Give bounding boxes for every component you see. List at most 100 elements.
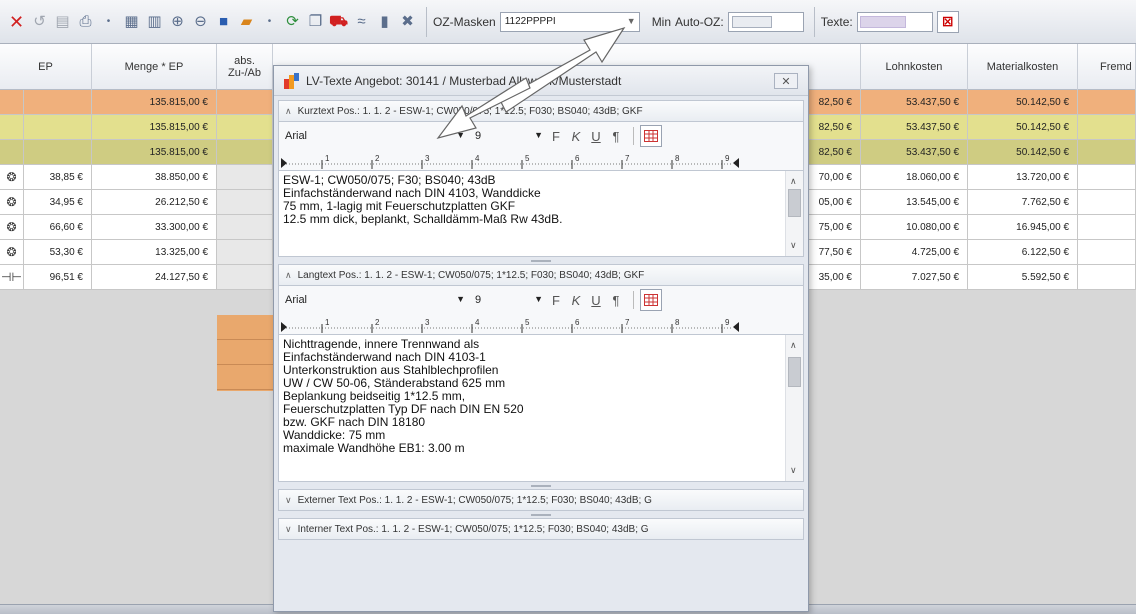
refresh-icon[interactable]: ⟳ (282, 11, 303, 32)
close-icon[interactable]: ✕ (6, 11, 27, 32)
kurztext-section-header[interactable]: ∧ Kurztext Pos.: 1. 1. 2 - ESW-1; CW050/… (278, 100, 804, 122)
column-header-lohnkosten[interactable]: Lohnkosten (861, 44, 968, 90)
chevron-down-icon[interactable]: ∨ (285, 495, 292, 506)
zoom-in-icon[interactable]: ⊕ (167, 11, 188, 32)
chevron-down-icon[interactable]: ▼ (534, 130, 543, 140)
font-size-select[interactable]: 9 ▼ (469, 126, 547, 146)
column-header-abs[interactable]: abs. Zu-/Ab (217, 44, 273, 90)
chevron-down-icon[interactable]: ▼ (534, 294, 543, 304)
table-cell-lohn[interactable]: 7.027,50 € (861, 265, 968, 290)
langtext-scrollbar[interactable]: ∧ ∨ (785, 335, 803, 481)
table-cell-menge[interactable]: 135.815,00 € (92, 140, 217, 165)
table-cell-fremd[interactable] (1078, 190, 1136, 215)
table-cell-material[interactable]: 6.122,50 € (968, 240, 1078, 265)
italic-button[interactable]: K (567, 293, 585, 308)
table-grid-icon[interactable] (640, 289, 662, 311)
scroll-thumb[interactable] (788, 189, 801, 217)
position-icon[interactable]: ❂ (0, 165, 24, 190)
table-cell-menge[interactable]: 135.815,00 € (92, 115, 217, 140)
report-icon[interactable]: ▦ (121, 11, 142, 32)
table-cell-fremd[interactable] (1078, 115, 1136, 140)
underline-button[interactable]: U (587, 129, 605, 144)
table-cell-menge[interactable]: 24.127,50 € (92, 265, 217, 290)
table-cell-menge[interactable]: 26.212,50 € (92, 190, 217, 215)
table-cell-mid[interactable]: 05,00 € (809, 190, 861, 215)
scroll-up-icon[interactable]: ∧ (790, 339, 797, 352)
table-cell-abs[interactable] (217, 165, 273, 190)
position-icon[interactable]: ❂ (0, 240, 24, 265)
chevron-down-icon[interactable]: ▼ (456, 130, 465, 140)
table-cell-lohn[interactable]: 4.725,00 € (861, 240, 968, 265)
langtext-ruler[interactable]: 1 2 3 4 5 6 7 8 9 (278, 314, 804, 334)
right-margin-marker-icon[interactable] (733, 158, 739, 168)
section-splitter[interactable] (274, 257, 808, 264)
table-cell-fremd[interactable] (1078, 90, 1136, 115)
table-cell-material[interactable]: 50.142,50 € (968, 90, 1078, 115)
row-marker-cell[interactable] (0, 115, 24, 140)
chart-icon[interactable]: ▮ (374, 11, 395, 32)
dialog-title-bar[interactable]: LV-Texte Angebot: 30141 / Musterbad Allz… (274, 66, 808, 96)
right-margin-marker-icon[interactable] (733, 322, 739, 332)
oz-mask-combo[interactable]: 1122PPPPI ▼ (499, 11, 640, 32)
print-icon[interactable]: ⎙ (75, 11, 96, 32)
link-icon[interactable]: ⊣⊢ (0, 265, 24, 290)
exit-icon[interactable]: ⊠ (936, 10, 959, 33)
calculator-icon[interactable]: ■ (213, 11, 234, 32)
table-cell-abs[interactable] (217, 215, 273, 240)
table-cell-mid[interactable]: 75,00 € (809, 215, 861, 240)
table-cell-abs[interactable] (217, 115, 273, 140)
save-icon[interactable]: ▤ (52, 11, 73, 32)
auto-oz-toggle[interactable] (731, 15, 772, 28)
close-button[interactable]: ✕ (774, 73, 798, 89)
font-size-select[interactable]: 9 ▼ (469, 290, 547, 310)
position-icon[interactable]: ❂ (0, 215, 24, 240)
table-cell-abs[interactable] (217, 190, 273, 215)
table-cell-fremd[interactable] (1078, 215, 1136, 240)
table-cell-menge[interactable]: 33.300,00 € (92, 215, 217, 240)
table-cell-lohn[interactable]: 53.437,50 € (861, 140, 968, 165)
externer-text-section-header[interactable]: ∨ Externer Text Pos.: 1. 1. 2 - ESW-1; C… (278, 489, 804, 511)
table-cell-ep[interactable] (24, 140, 92, 165)
underline-button[interactable]: U (587, 293, 605, 308)
table-cell-lohn[interactable]: 13.545,00 € (861, 190, 968, 215)
kurztext-editor[interactable]: ESW-1; CW050/075; F30; BS040; 43dB Einfac… (278, 170, 804, 257)
zoom-out-icon[interactable]: ⊖ (190, 11, 211, 32)
table-cell-material[interactable]: 50.142,50 € (968, 140, 1078, 165)
column-header-ep[interactable]: EP (0, 44, 92, 90)
font-family-select[interactable]: Arial ▼ (283, 290, 469, 310)
scroll-up-icon[interactable]: ∧ (790, 175, 797, 188)
texte-toggle[interactable] (859, 15, 906, 28)
table-cell-abs[interactable] (217, 90, 273, 115)
dropdown-dot-icon[interactable]: • (98, 11, 119, 32)
chevron-down-icon[interactable]: ▼ (627, 16, 636, 26)
folder-icon[interactable]: ▰ (236, 11, 257, 32)
table-cell-mid[interactable]: 82,50 € (809, 140, 861, 165)
chevron-down-icon[interactable]: ∨ (285, 524, 292, 535)
table-cell-mid[interactable]: 82,50 € (809, 90, 861, 115)
table-cell-abs[interactable] (217, 140, 273, 165)
table-cell-ep[interactable]: 96,51 € (24, 265, 92, 290)
table-cell-lohn[interactable]: 10.080,00 € (861, 215, 968, 240)
scroll-down-icon[interactable]: ∨ (790, 464, 797, 477)
table-cell-menge[interactable]: 13.325,00 € (92, 240, 217, 265)
chevron-up-icon[interactable]: ∧ (285, 270, 292, 281)
table-cell-fremd[interactable] (1078, 140, 1136, 165)
table-cell-abs[interactable] (217, 240, 273, 265)
bold-button[interactable]: F (547, 293, 565, 308)
table-cell-material[interactable]: 50.142,50 € (968, 115, 1078, 140)
column-header-hidden[interactable] (809, 44, 861, 90)
table-cell-lohn[interactable]: 53.437,50 € (861, 115, 968, 140)
table-cell-mid[interactable]: 70,00 € (809, 165, 861, 190)
table-cell-ep[interactable]: 66,60 € (24, 215, 92, 240)
bold-button[interactable]: F (547, 129, 565, 144)
indent-marker-icon[interactable] (281, 158, 287, 168)
section-splitter[interactable] (274, 482, 808, 489)
table-cell-abs[interactable] (217, 265, 273, 290)
tools-icon[interactable]: ✖ (397, 11, 418, 32)
table-cell-ep[interactable]: 38,85 € (24, 165, 92, 190)
copy-icon[interactable]: ❐ (305, 11, 326, 32)
kurztext-ruler[interactable]: 1 2 3 4 5 6 7 8 9 (278, 150, 804, 170)
indent-marker-icon[interactable] (281, 322, 287, 332)
table-cell-ep[interactable] (24, 90, 92, 115)
table-grid-icon[interactable] (640, 125, 662, 147)
